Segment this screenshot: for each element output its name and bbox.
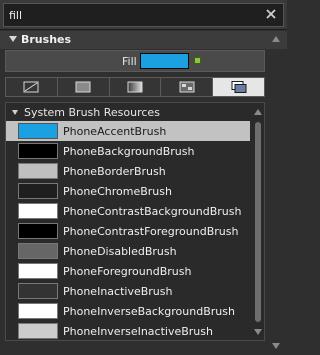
list-item[interactable]: PhoneForegroundBrush [6, 261, 250, 281]
fill-color-swatch[interactable] [140, 53, 189, 69]
color-swatch [18, 243, 58, 259]
color-swatch [18, 303, 58, 319]
list-item[interactable]: PhoneDisabledBrush [6, 241, 250, 261]
item-label: PhoneChromeBrush [63, 185, 172, 198]
list-item[interactable]: PhoneInverseInactiveBrush [6, 321, 250, 341]
item-label: PhoneContrastForegroundBrush [63, 225, 239, 238]
category-title: Brushes [21, 33, 72, 46]
scroll-down-icon[interactable] [254, 329, 262, 335]
color-swatch [18, 203, 58, 219]
panel-scroll-up-icon[interactable] [272, 36, 280, 42]
color-swatch [18, 123, 58, 139]
color-swatch [18, 283, 58, 299]
fill-property-row[interactable]: Fill [5, 50, 265, 72]
collapse-arrow-icon[interactable] [12, 110, 18, 115]
item-label: PhoneAccentBrush [63, 125, 167, 138]
tab-tile-brush[interactable] [161, 78, 214, 96]
brush-resources-list: System Brush Resources PhoneAccentBrush … [5, 102, 265, 341]
brushes-category-header[interactable]: Brushes [0, 31, 287, 49]
color-swatch [18, 163, 58, 179]
item-label: PhoneContrastBackgroundBrush [63, 205, 242, 218]
resource-items: PhoneAccentBrush PhoneBackgroundBrush Ph… [6, 121, 250, 341]
fill-label: Fill [122, 55, 137, 68]
brush-type-tabs [5, 77, 265, 97]
no-brush-icon [23, 81, 39, 93]
item-label: PhoneDisabledBrush [63, 245, 177, 258]
search-input[interactable] [3, 3, 284, 27]
gradient-brush-icon [127, 81, 143, 93]
color-swatch [18, 183, 58, 199]
color-swatch [18, 143, 58, 159]
list-item[interactable]: PhoneContrastBackgroundBrush [6, 201, 250, 221]
item-label: PhoneBorderBrush [63, 165, 166, 178]
resource-group-title: System Brush Resources [24, 106, 160, 119]
tab-no-brush[interactable] [6, 78, 58, 96]
panel-scroll-down-icon[interactable] [272, 343, 280, 349]
tab-solid-color-brush[interactable] [58, 78, 110, 96]
item-label: PhoneBackgroundBrush [63, 145, 195, 158]
item-label: PhoneInverseBackgroundBrush [63, 305, 235, 318]
scroll-up-icon[interactable] [254, 109, 262, 115]
tab-gradient-brush[interactable] [110, 78, 162, 96]
search-bar [0, 0, 287, 30]
list-item[interactable]: PhoneContrastForegroundBrush [6, 221, 250, 241]
close-icon[interactable] [264, 7, 278, 21]
resource-marker-icon[interactable] [194, 57, 201, 64]
item-label: PhoneForegroundBrush [63, 265, 192, 278]
list-item[interactable]: PhoneBorderBrush [6, 161, 250, 181]
scroll-thumb[interactable] [255, 122, 261, 322]
tab-brush-resources[interactable] [213, 78, 264, 96]
list-scrollbar[interactable] [252, 103, 264, 340]
item-label: PhoneInverseInactiveBrush [63, 325, 213, 338]
color-swatch [18, 263, 58, 279]
brush-resources-icon [231, 81, 247, 93]
list-item[interactable]: PhoneInverseBackgroundBrush [6, 301, 250, 321]
list-item[interactable]: PhoneBackgroundBrush [6, 141, 250, 161]
color-swatch [18, 223, 58, 239]
list-item[interactable]: PhoneChromeBrush [6, 181, 250, 201]
solid-color-brush-icon [75, 81, 91, 93]
tile-brush-icon [179, 81, 195, 93]
item-label: PhoneInactiveBrush [63, 285, 173, 298]
resource-group-header[interactable]: System Brush Resources [6, 103, 250, 121]
color-swatch [18, 323, 58, 339]
collapse-arrow-icon[interactable] [9, 36, 17, 42]
list-item[interactable]: PhoneAccentBrush [6, 121, 250, 141]
list-item[interactable]: PhoneInactiveBrush [6, 281, 250, 301]
